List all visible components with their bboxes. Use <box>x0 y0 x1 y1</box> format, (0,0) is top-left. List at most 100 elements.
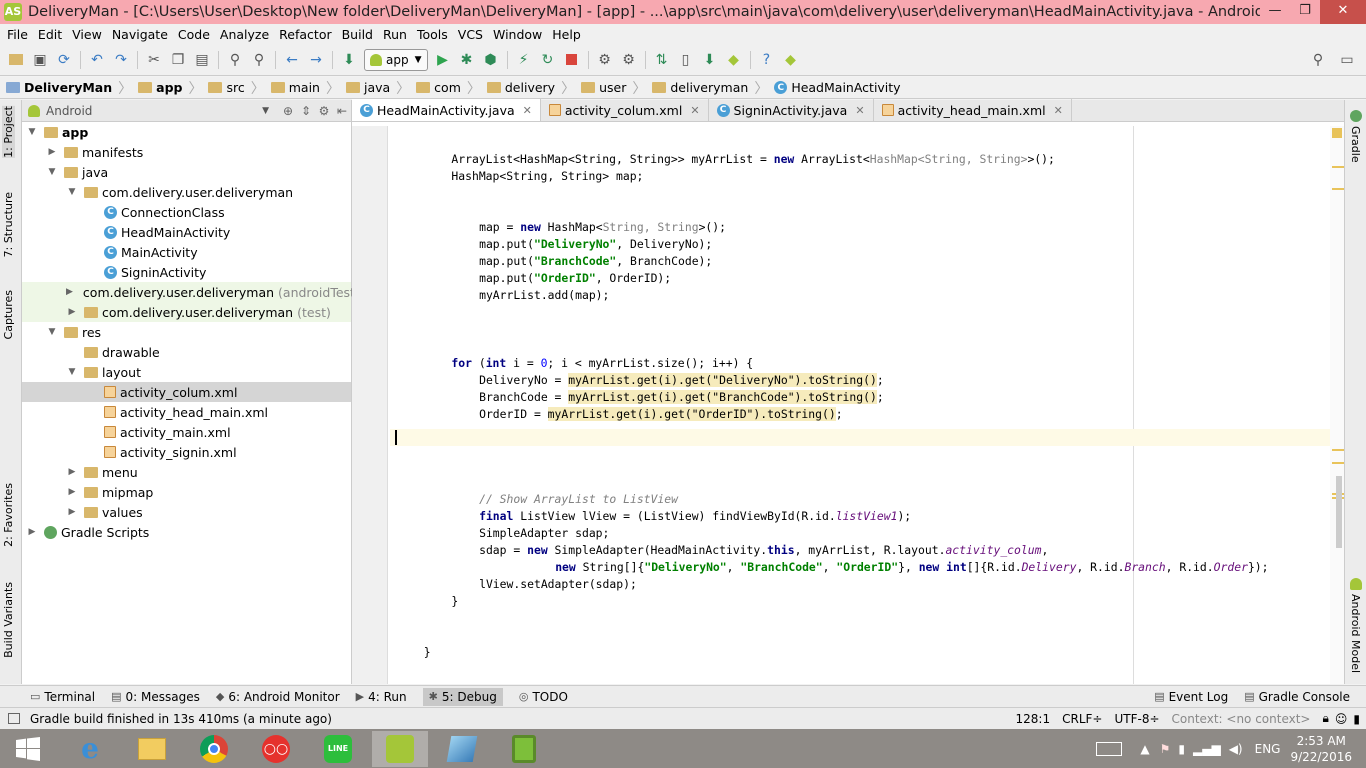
tree-item-activity-colum-xml[interactable]: activity_colum.xml <box>22 382 351 402</box>
tree-item-activity-signin-xml[interactable]: activity_signin.xml <box>22 442 351 462</box>
tool-4-run[interactable]: ▶ 4: Run <box>356 690 407 704</box>
save-all-icon[interactable]: ▣ <box>29 49 51 71</box>
tree-item-com-delivery-user-deliveryman-test[interactable]: ▶ com.delivery.user.deliveryman (test) <box>22 302 351 322</box>
sdk-manager-icon[interactable]: ⬇ <box>699 49 721 71</box>
menu-run[interactable]: Run <box>378 27 412 42</box>
expanded-arrow-icon[interactable]: ▼ <box>46 327 58 337</box>
file-encoding[interactable]: UTF-8÷ <box>1114 712 1159 726</box>
tree-item-drawable[interactable]: drawable <box>22 342 351 362</box>
taskbar-chrome[interactable] <box>186 731 242 767</box>
expanded-arrow-icon[interactable]: ▼ <box>46 167 58 177</box>
tool-6-android-monitor[interactable]: ◆ 6: Android Monitor <box>216 690 340 704</box>
caret-position[interactable]: 128:1 <box>1016 712 1051 726</box>
taskbar-emulator[interactable] <box>496 731 552 767</box>
tree-item-activity-head-main-xml[interactable]: activity_head_main.xml <box>22 402 351 422</box>
menu-analyze[interactable]: Analyze <box>215 27 274 42</box>
network-icon[interactable]: ▮ <box>1178 742 1185 756</box>
debug-icon[interactable]: ✱ <box>456 49 478 71</box>
tab-project[interactable]: 1: Project <box>2 106 15 158</box>
tab-build-variants[interactable]: Build Variants <box>2 582 15 658</box>
stop-icon[interactable] <box>561 49 583 71</box>
tab-gradle[interactable]: Gradle <box>1349 126 1362 163</box>
tree-item-mainactivity[interactable]: C MainActivity <box>22 242 351 262</box>
tool-terminal[interactable]: ▭ Terminal <box>30 690 95 704</box>
breadcrumb-user[interactable]: user 〉 <box>581 78 652 98</box>
android-device-monitor-icon[interactable]: ◆ <box>723 49 745 71</box>
collapsed-arrow-icon[interactable]: ▶ <box>46 147 58 157</box>
tree-item-com-delivery-user-deliveryman-androidtest[interactable]: ▶ com.delivery.user.deliveryman (androidTe… <box>22 282 360 302</box>
input-language[interactable]: ENG <box>1255 742 1281 756</box>
taskbar-app-red[interactable]: ○○ <box>248 731 304 767</box>
close-icon[interactable]: ✕ <box>523 104 532 117</box>
search-everywhere-icon[interactable]: ⚲ <box>1307 49 1329 71</box>
taskbar-android-studio[interactable] <box>372 730 428 767</box>
close-icon[interactable]: ✕ <box>855 104 864 117</box>
breadcrumb-deliveryman[interactable]: deliveryman 〉 <box>652 78 774 98</box>
undo-icon[interactable]: ↶ <box>86 49 108 71</box>
collapsed-arrow-icon[interactable]: ▶ <box>26 527 38 537</box>
warning-marker[interactable] <box>1332 449 1344 451</box>
android-help-icon[interactable]: ◆ <box>780 49 802 71</box>
collapse-all-icon[interactable]: ⇕ <box>297 104 315 118</box>
menu-build[interactable]: Build <box>337 27 378 42</box>
run-icon[interactable]: ▶ <box>432 49 454 71</box>
tab-structure[interactable]: 7: Structure <box>2 192 15 257</box>
taskbar-app-blue[interactable] <box>434 731 490 767</box>
status-message[interactable]: Gradle build finished in 13s 410ms (a mi… <box>30 712 332 726</box>
breadcrumb-delivery[interactable]: delivery 〉 <box>486 78 581 98</box>
run-configuration-select[interactable]: app ▼ <box>364 48 428 71</box>
tool-0-messages[interactable]: ▤ 0: Messages <box>111 690 200 704</box>
tool-event-log[interactable]: ▤ Event Log <box>1154 690 1228 704</box>
tree-item-mipmap[interactable]: ▶ mipmap <box>22 482 351 502</box>
breadcrumb-headmainactivity[interactable]: C HeadMainActivity <box>774 80 906 95</box>
breadcrumb-com[interactable]: com 〉 <box>416 78 487 98</box>
collapsed-arrow-icon[interactable]: ▶ <box>66 507 78 517</box>
tree-item-values[interactable]: ▶ values <box>22 502 351 522</box>
code-area[interactable]: ArrayList<HashMap<String, String>> myArr… <box>390 126 1330 684</box>
event-icon[interactable]: ▮ <box>1353 712 1360 726</box>
breadcrumb-app[interactable]: app 〉 <box>138 78 208 98</box>
tree-item-signinactivity[interactable]: C SigninActivity <box>22 262 351 282</box>
menu-file[interactable]: File <box>2 27 33 42</box>
status-window-icon[interactable] <box>8 713 20 724</box>
close-button[interactable]: ✕ <box>1320 0 1366 24</box>
collapsed-arrow-icon[interactable]: ▶ <box>66 307 78 317</box>
rerun-icon[interactable]: ↻ <box>537 49 559 71</box>
menu-vcs[interactable]: VCS <box>453 27 488 42</box>
redo-icon[interactable]: ↷ <box>110 49 132 71</box>
tree-item-java[interactable]: ▼ java <box>22 162 351 182</box>
close-icon[interactable]: ✕ <box>690 104 699 117</box>
tab-headmainactivity-java[interactable]: C HeadMainActivity.java ✕ <box>352 99 541 121</box>
project-view-select[interactable]: Android ▼ <box>28 104 279 118</box>
show-hidden-icons-icon[interactable]: ▲ <box>1140 742 1149 756</box>
minimize-button[interactable]: — <box>1260 0 1290 24</box>
warning-marker[interactable] <box>1332 166 1344 168</box>
menu-help[interactable]: Help <box>547 27 586 42</box>
breadcrumb-src[interactable]: src 〉 <box>208 78 270 98</box>
start-button[interactable] <box>0 731 56 767</box>
settings-icon[interactable]: ⚙ <box>618 49 640 71</box>
tool-5-debug[interactable]: ✱ 5: Debug <box>422 687 503 706</box>
attach-debugger-icon[interactable]: ⬢ <box>480 49 502 71</box>
warning-marker[interactable] <box>1332 462 1344 464</box>
copy-icon[interactable]: ❐ <box>167 49 189 71</box>
make-project-icon[interactable]: ⬇ <box>338 49 360 71</box>
tree-item-activity-main-xml[interactable]: activity_main.xml <box>22 422 351 442</box>
tool-gradle-console[interactable]: ▤ Gradle Console <box>1244 690 1350 704</box>
tree-item-gradle-scripts[interactable]: ▶ Gradle Scripts <box>22 522 351 542</box>
lock-icon[interactable]: 🔒︎ <box>1322 711 1328 726</box>
breadcrumb-deliveryman[interactable]: DeliveryMan 〉 <box>6 78 138 98</box>
breadcrumb-java[interactable]: java 〉 <box>345 78 416 98</box>
editor-scrollbar[interactable] <box>1336 476 1342 548</box>
line-separator[interactable]: CRLF÷ <box>1062 712 1102 726</box>
help-icon[interactable]: ? <box>756 49 778 71</box>
tab-captures[interactable]: Captures <box>2 290 15 339</box>
tree-item-com-delivery-user-deliveryman[interactable]: ▼ com.delivery.user.deliveryman <box>22 182 351 202</box>
menu-refactor[interactable]: Refactor <box>274 27 336 42</box>
avd-manager-icon[interactable]: ▯ <box>675 49 697 71</box>
signal-icon[interactable]: ▂▄▆ <box>1193 742 1221 756</box>
breadcrumb-main[interactable]: main 〉 <box>270 78 346 98</box>
tab-activity-head-main-xml[interactable]: activity_head_main.xml ✕ <box>874 99 1072 121</box>
maximize-button[interactable]: ❐ <box>1290 0 1320 24</box>
sync-gradle-icon[interactable]: ⇅ <box>651 49 673 71</box>
